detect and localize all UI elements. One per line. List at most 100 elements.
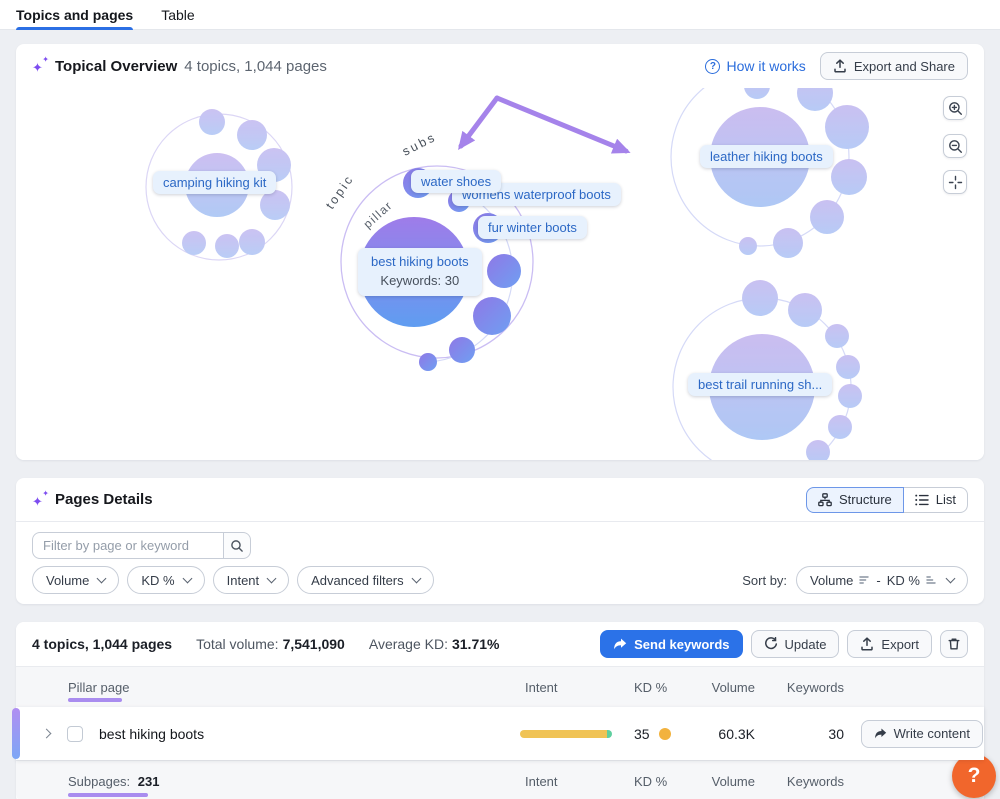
filter-kd-dropdown[interactable]: KD % (127, 566, 204, 594)
volume-value: 60.3K (691, 726, 755, 742)
table-header-row: Pillar page Intent KD % Volume Keywords (16, 666, 984, 707)
pillar-page-column-header[interactable]: Pillar page (16, 680, 129, 695)
average-kd-value: 31.71% (452, 636, 499, 652)
subpages-underline (68, 793, 148, 797)
summary-topics-pages: 4 topics, 1,044 pages (32, 636, 172, 652)
sparkle-icon: ✦✦ (32, 58, 49, 74)
structure-icon (818, 493, 832, 507)
pillar-page-header-label: Pillar page (68, 680, 129, 695)
chevron-down-icon (946, 574, 956, 584)
sparkle-icon: ✦✦ (32, 492, 49, 508)
average-kd-label: Average KD: (369, 636, 448, 652)
how-it-works-link[interactable]: ? How it works (705, 58, 805, 74)
sort-ascending-icon (926, 575, 937, 585)
export-and-share-label: Export and Share (854, 59, 955, 74)
keywords-value: 30 (755, 726, 844, 742)
topic-label-camping-hiking-kit[interactable]: camping hiking kit (153, 171, 276, 194)
view-structure-button[interactable]: Structure (806, 487, 904, 513)
filter-input[interactable] (32, 532, 224, 559)
advanced-filters-label: Advanced filters (311, 573, 404, 588)
row-checkbox[interactable] (67, 726, 83, 742)
how-it-works-label: How it works (726, 58, 805, 74)
filter-intent-dropdown[interactable]: Intent (213, 566, 290, 594)
expand-row-chevron[interactable] (42, 729, 52, 739)
pages-table-card: 4 topics, 1,044 pages Total volume:7,541… (16, 622, 984, 799)
zoom-in-button[interactable] (943, 96, 967, 120)
cluster-best-trail-running[interactable] (673, 280, 862, 460)
zoom-in-icon (948, 101, 963, 116)
top-tab-bar: Topics and pages Table (0, 0, 1000, 30)
list-icon (915, 493, 929, 507)
topic-bubbles-canvas: subs topic pillar (16, 88, 984, 460)
export-and-share-button[interactable]: Export and Share (820, 52, 968, 80)
crosshair-icon (948, 175, 963, 190)
subpages-label: Subpages: (68, 774, 130, 789)
topic-label-leather-hiking-boots[interactable]: leather hiking boots (700, 145, 833, 168)
sort-field-kd: KD % (887, 573, 920, 588)
intent-column-header: Intent (509, 774, 619, 789)
arc-label-subs: subs (400, 130, 439, 159)
sort-field-volume: Volume (810, 573, 853, 588)
view-structure-label: Structure (839, 492, 892, 507)
upload-icon (860, 637, 874, 651)
overview-subtitle: 4 topics, 1,044 pages (184, 58, 327, 75)
question-circle-icon: ? (705, 59, 720, 74)
sort-dropdown[interactable]: Volume - KD % (796, 566, 968, 594)
write-content-button[interactable]: Write content (861, 720, 983, 748)
center-map-button[interactable] (943, 170, 967, 194)
view-list-button[interactable]: List (903, 487, 968, 513)
forward-arrow-icon (874, 728, 887, 739)
kd-column-header: KD % (619, 774, 691, 789)
help-button[interactable]: ? (952, 754, 996, 798)
sort-by-label: Sort by: (742, 573, 787, 588)
sort-separator: - (876, 573, 880, 588)
topical-map[interactable]: subs topic pillar (16, 88, 984, 460)
overview-title: Topical Overview (55, 58, 177, 75)
forward-arrow-icon (613, 638, 627, 650)
total-volume-value: 7,541,090 (283, 636, 345, 652)
update-label: Update (785, 637, 827, 652)
subpages-toggle[interactable]: Subpages: 231 (16, 774, 160, 789)
subtopic-label-water-shoes[interactable]: water shoes (411, 170, 501, 193)
keywords-column-header: Keywords (755, 774, 844, 789)
subpages-header-row: Subpages: 231 Intent KD % Volume Keyword… (16, 760, 984, 799)
kd-value: 35 (634, 726, 650, 742)
pillar-label-title: best hiking boots (371, 253, 469, 272)
row-page-name[interactable]: best hiking boots (99, 726, 204, 742)
send-keywords-button[interactable]: Send keywords (600, 630, 742, 658)
annotation-arrow (461, 98, 626, 151)
zoom-out-icon (948, 139, 963, 154)
subtopic-label-fur-winter-boots[interactable]: fur winter boots (478, 216, 587, 239)
filter-volume-label: Volume (46, 573, 89, 588)
pillar-label-keywords: Keywords: 30 (371, 272, 469, 291)
filter-volume-dropdown[interactable]: Volume (32, 566, 119, 594)
kd-column-header: KD % (619, 680, 691, 695)
table-row[interactable]: best hiking boots 35 60.3K 30 Write cont… (16, 707, 984, 760)
tab-topics-and-pages[interactable]: Topics and pages (16, 0, 133, 30)
export-button[interactable]: Export (847, 630, 932, 658)
chevron-down-icon (411, 574, 421, 584)
keywords-column-header: Keywords (755, 680, 844, 695)
delete-button[interactable] (940, 630, 968, 658)
intent-bar (520, 730, 612, 738)
cluster-leather-hiking-boots[interactable] (671, 88, 869, 258)
advanced-filters-dropdown[interactable]: Advanced filters (297, 566, 434, 594)
row-accent-bar (12, 708, 20, 759)
subpages-count: 231 (138, 774, 160, 789)
update-button[interactable]: Update (751, 630, 840, 658)
zoom-out-button[interactable] (943, 134, 967, 158)
pages-details-card: ✦✦ Pages Details Structure (16, 478, 984, 604)
search-button[interactable] (224, 532, 251, 559)
write-content-label: Write content (894, 726, 970, 741)
volume-column-header: Volume (691, 680, 755, 695)
topical-overview-card: ✦✦ Topical Overview 4 topics, 1,044 page… (16, 44, 984, 460)
filter-intent-label: Intent (227, 573, 260, 588)
pillar-label-best-hiking-boots[interactable]: best hiking boots Keywords: 30 (358, 248, 482, 296)
refresh-icon (764, 637, 778, 651)
view-list-label: List (936, 492, 956, 507)
tab-table[interactable]: Table (161, 0, 194, 30)
filter-kd-label: KD % (141, 573, 174, 588)
topic-label-best-trail-running[interactable]: best trail running sh... (688, 373, 832, 396)
summary-total-volume: Total volume:7,541,090 (196, 636, 345, 652)
summary-bar: 4 topics, 1,044 pages Total volume:7,541… (16, 622, 984, 666)
